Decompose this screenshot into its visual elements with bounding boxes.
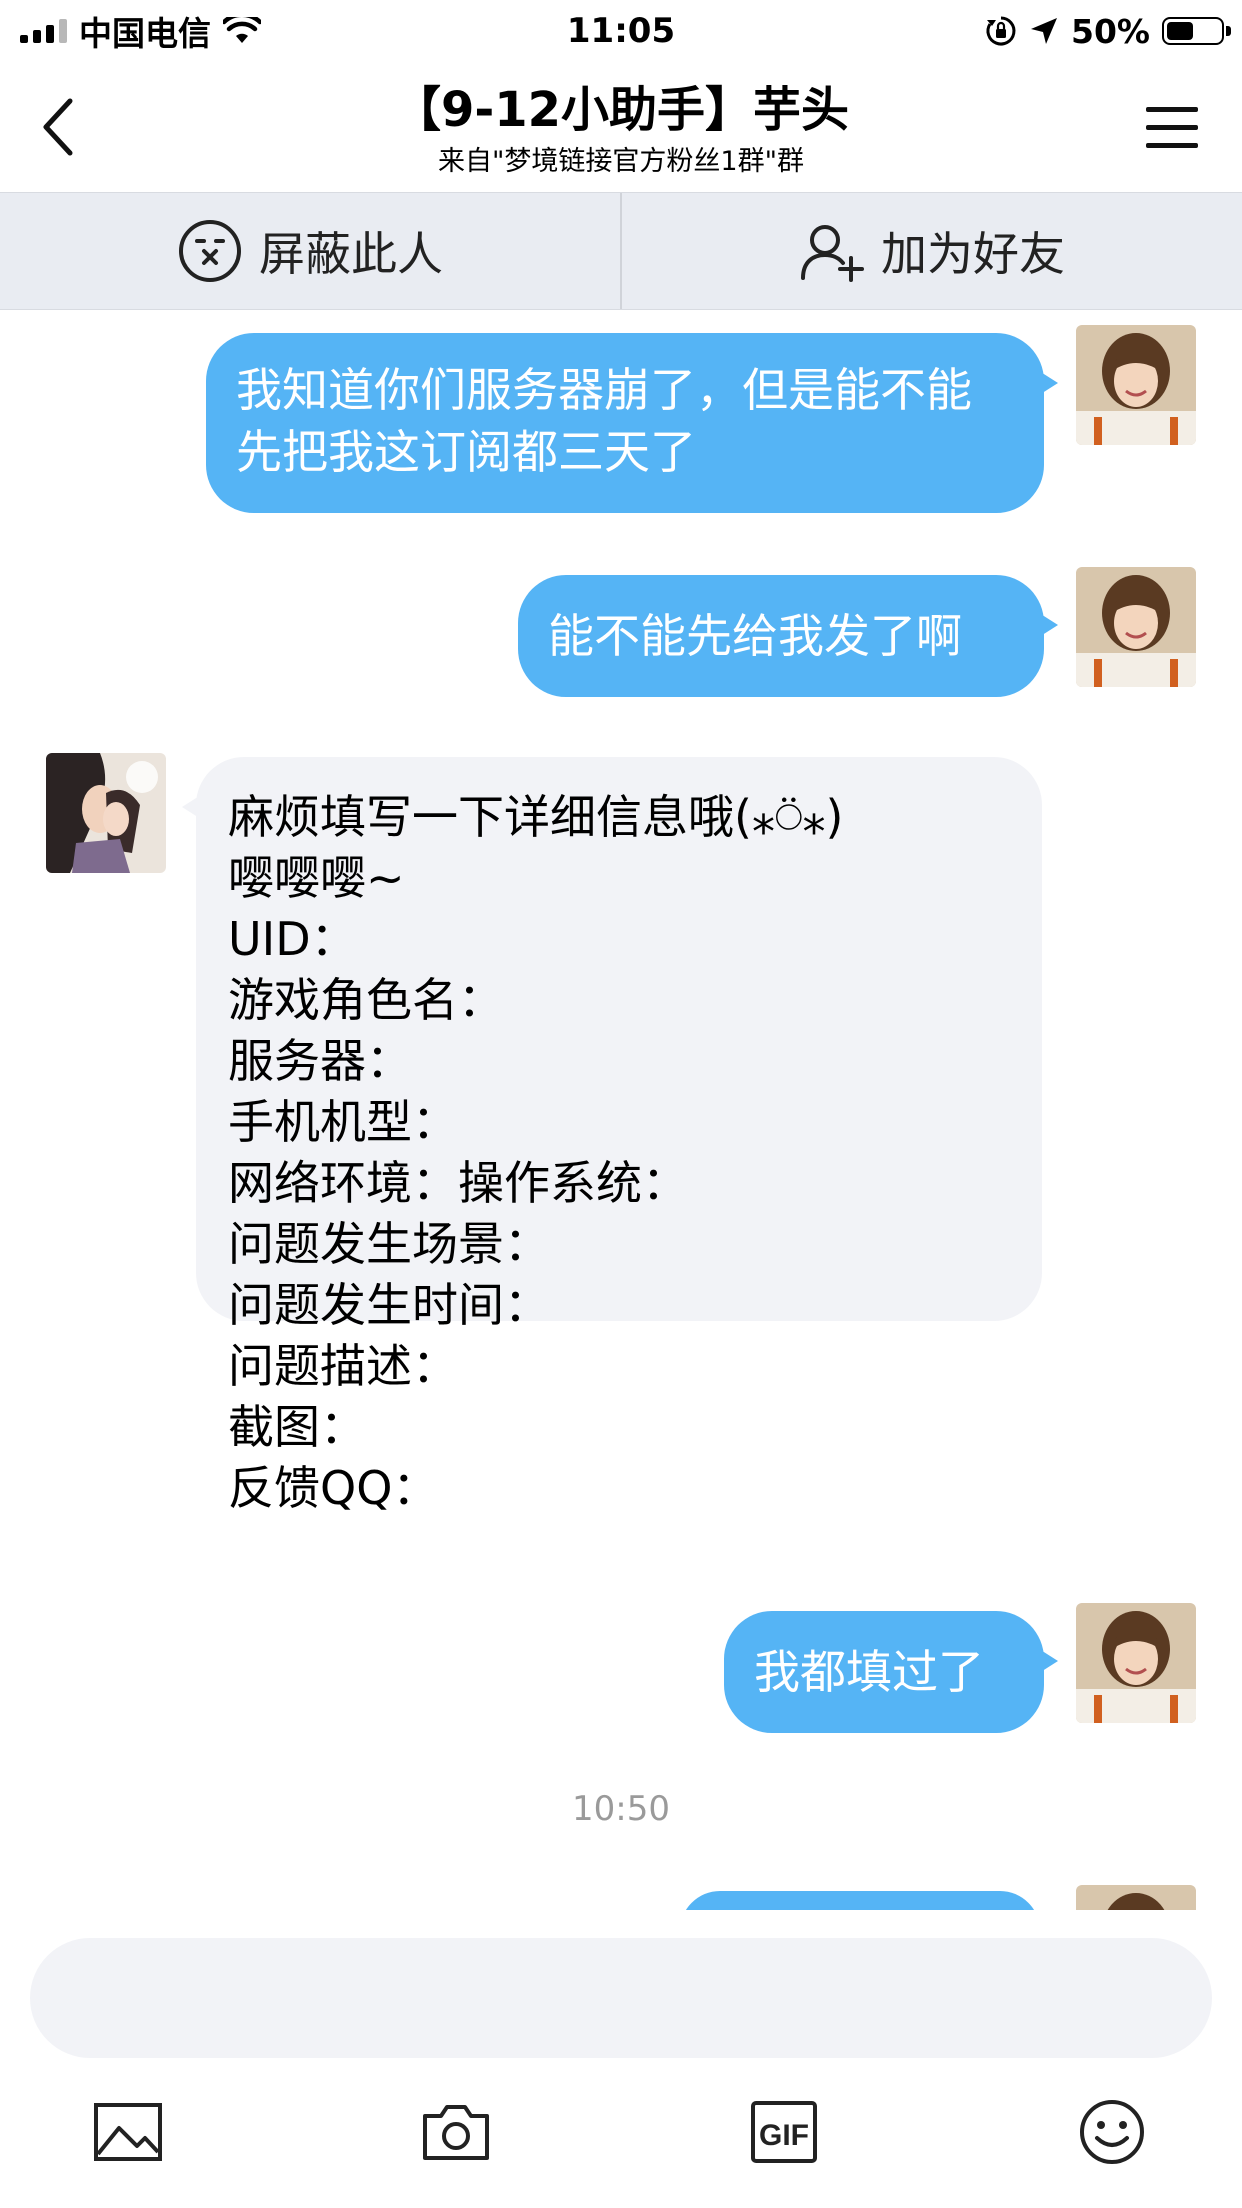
location-arrow-icon <box>1031 18 1057 44</box>
input-area: GIF <box>0 1910 1242 2208</box>
camera-icon <box>423 2105 489 2160</box>
chat-area[interactable]: 我知道你们服务器崩了，但是能不能先把我这订阅都三天了 能不能先给我发了啊 麻烦填… <box>0 309 1242 1910</box>
self-avatar[interactable] <box>1076 1603 1196 1723</box>
message-line: 手机机型： <box>228 1095 458 1149</box>
message-line: 反馈QQ： <box>228 1461 439 1515</box>
gif-button[interactable]: GIF <box>744 2092 824 2172</box>
camera-button[interactable] <box>416 2092 496 2172</box>
outgoing-message[interactable]: 我都填过了 <box>724 1611 1058 1733</box>
hamburger-icon <box>1146 107 1198 148</box>
add-user-icon <box>801 225 864 282</box>
message-line: 麻烦填写一下详细信息哦(⁎⍥⁎) <box>228 790 844 844</box>
self-avatar[interactable] <box>1076 567 1196 687</box>
message-text: 能不能先给我发了啊 <box>548 609 962 663</box>
battery-percent: 50% <box>1071 11 1150 51</box>
message-line: 网络环境：操作系统： <box>228 1156 688 1210</box>
orientation-lock-icon <box>986 16 1016 46</box>
status-bar: 中国电信 11:05 50% <box>0 0 1242 62</box>
nav-bar: 【9-12小助手】芋头 来自"梦境链接官方粉丝1群"群 <box>0 62 1242 192</box>
self-avatar[interactable] <box>1076 325 1196 445</box>
emoji-button[interactable] <box>1072 2092 1152 2172</box>
outgoing-message[interactable]: 能不能先给我发了啊 <box>518 575 1058 697</box>
battery-icon <box>1162 17 1231 45</box>
block-user-label: 屏蔽此人 <box>259 227 443 281</box>
image-icon <box>94 2103 162 2161</box>
message-line: 问题发生场景： <box>228 1217 550 1271</box>
outgoing-message[interactable]: 我知道你们服务器崩了，但是能不能先把我这订阅都三天了 <box>206 333 1058 513</box>
battery-level <box>1167 22 1193 40</box>
action-bar: 屏蔽此人 加为好友 <box>0 192 1242 310</box>
message-timestamp: 10:50 <box>572 1789 670 1829</box>
message-text: 我知道你们服务器崩了，但是能不能先把我这订阅都三天了 <box>236 363 972 479</box>
gif-label: GIF <box>759 2119 809 2152</box>
self-avatar[interactable] <box>1076 1885 1196 1910</box>
menu-button[interactable] <box>1142 98 1202 158</box>
image-button[interactable] <box>88 2092 168 2172</box>
block-face-icon <box>179 220 241 282</box>
outgoing-message-partial[interactable] <box>680 1891 1040 1910</box>
message-line: UID： <box>228 912 357 966</box>
message-line: 嘤嘤嘤~ <box>228 851 405 905</box>
incoming-message[interactable]: 麻烦填写一下详细信息哦(⁎⍥⁎) 嘤嘤嘤~ UID： 游戏角色名： 服务器： 手… <box>182 757 1042 1515</box>
status-right: 50% <box>985 8 1231 54</box>
page-subtitle: 来自"梦境链接官方粉丝1群"群 <box>437 146 804 177</box>
add-friend-button[interactable]: 加为好友 <box>622 193 1242 309</box>
message-line: 问题描述： <box>228 1339 458 1393</box>
emoji-icon <box>1080 2100 1144 2164</box>
message-line: 服务器： <box>228 1034 412 1088</box>
message-input[interactable] <box>30 1938 1212 2058</box>
add-friend-label: 加为好友 <box>881 227 1065 281</box>
gif-icon: GIF <box>751 2101 817 2163</box>
page-title: 【9-12小助手】芋头 <box>392 82 850 138</box>
message-line: 问题发生时间： <box>228 1278 550 1332</box>
block-user-button[interactable]: 屏蔽此人 <box>0 193 620 309</box>
message-line: 游戏角色名： <box>228 973 504 1027</box>
message-line: 截图： <box>228 1400 366 1454</box>
message-text: 我都填过了 <box>754 1645 984 1699</box>
sender-avatar[interactable] <box>46 753 166 873</box>
